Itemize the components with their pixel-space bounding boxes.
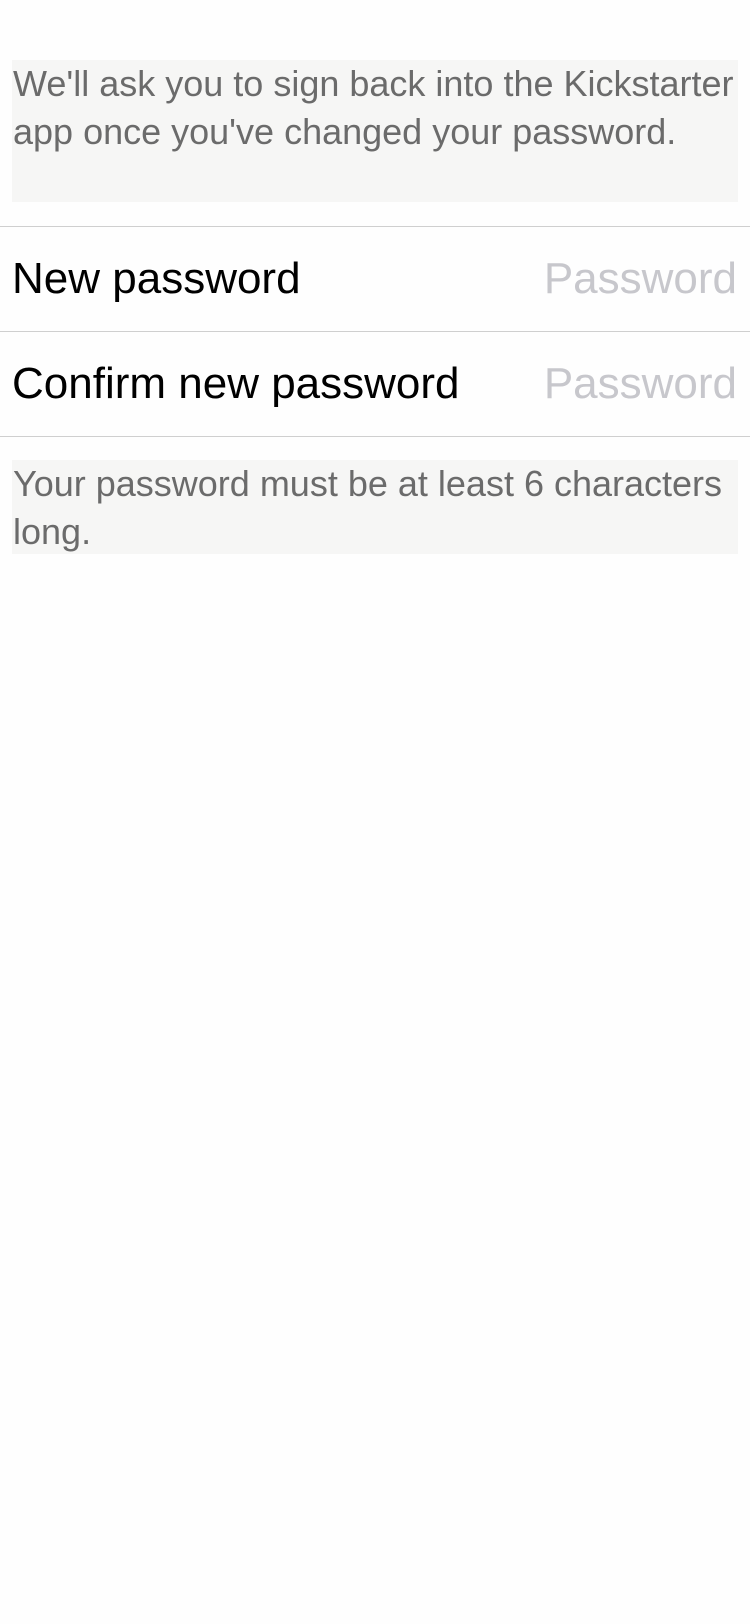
- new-password-label: New password: [12, 254, 301, 303]
- password-length-note: Your password must be at least 6 charact…: [12, 460, 738, 554]
- divider: [0, 436, 750, 437]
- sign-in-again-note: We'll ask you to sign back into the Kick…: [12, 60, 738, 202]
- confirm-password-input[interactable]: [507, 359, 737, 409]
- confirm-password-row[interactable]: Confirm new password: [0, 332, 750, 436]
- change-password-screen: We'll ask you to sign back into the Kick…: [0, 0, 750, 1624]
- new-password-row[interactable]: New password: [0, 227, 750, 331]
- new-password-input[interactable]: [507, 254, 737, 304]
- confirm-password-label: Confirm new password: [12, 359, 460, 408]
